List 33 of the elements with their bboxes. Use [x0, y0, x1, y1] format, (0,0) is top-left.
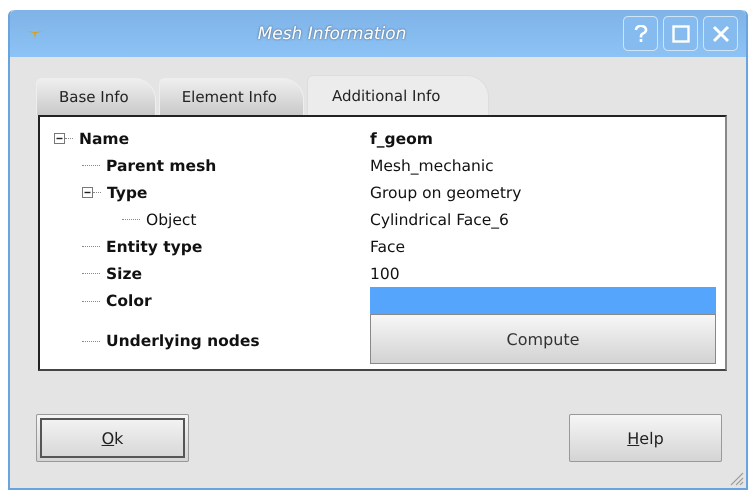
- color-swatch[interactable]: [370, 287, 716, 315]
- help-icon: [634, 24, 648, 42]
- property-label: Parent mesh: [106, 156, 216, 174]
- window-title: Mesh Information: [256, 24, 408, 44]
- compute-button[interactable]: Compute: [370, 314, 716, 364]
- property-value: 100: [370, 264, 401, 282]
- dialog-button[interactable]: Ok: [36, 414, 189, 462]
- property-value: Face: [370, 238, 406, 256]
- property-label: Color: [106, 292, 152, 310]
- property-label: Entity type: [106, 238, 202, 256]
- property-label: Size: [106, 264, 142, 282]
- dialog-button[interactable]: Help: [569, 414, 722, 462]
- close-button[interactable]: [703, 16, 738, 51]
- tab[interactable]: Additional Info: [306, 75, 490, 115]
- property-value: f_geom: [370, 130, 434, 148]
- button-label: Ok: [102, 428, 124, 448]
- button-label: Help: [627, 428, 664, 448]
- collapse-toggle-icon[interactable]: [54, 133, 65, 144]
- property-value: Group on geometry: [370, 184, 522, 202]
- collapse-toggle-icon[interactable]: [82, 187, 93, 198]
- property-label: Object: [146, 210, 196, 228]
- property-value: Cylindrical Face_6: [370, 210, 510, 228]
- property-label: Underlying nodes: [106, 332, 260, 350]
- property-value: Mesh_mechanic: [370, 156, 495, 174]
- tab[interactable]: Element Info: [158, 78, 304, 115]
- property-label: Name: [79, 130, 130, 148]
- property-label: Type: [107, 184, 148, 202]
- maximize-button[interactable]: [663, 16, 698, 51]
- tab[interactable]: Base Info: [36, 78, 156, 115]
- resize-grip-icon[interactable]: [728, 470, 744, 486]
- maximize-icon: [672, 24, 690, 42]
- close-icon: [712, 24, 730, 42]
- help-button[interactable]: [623, 16, 658, 51]
